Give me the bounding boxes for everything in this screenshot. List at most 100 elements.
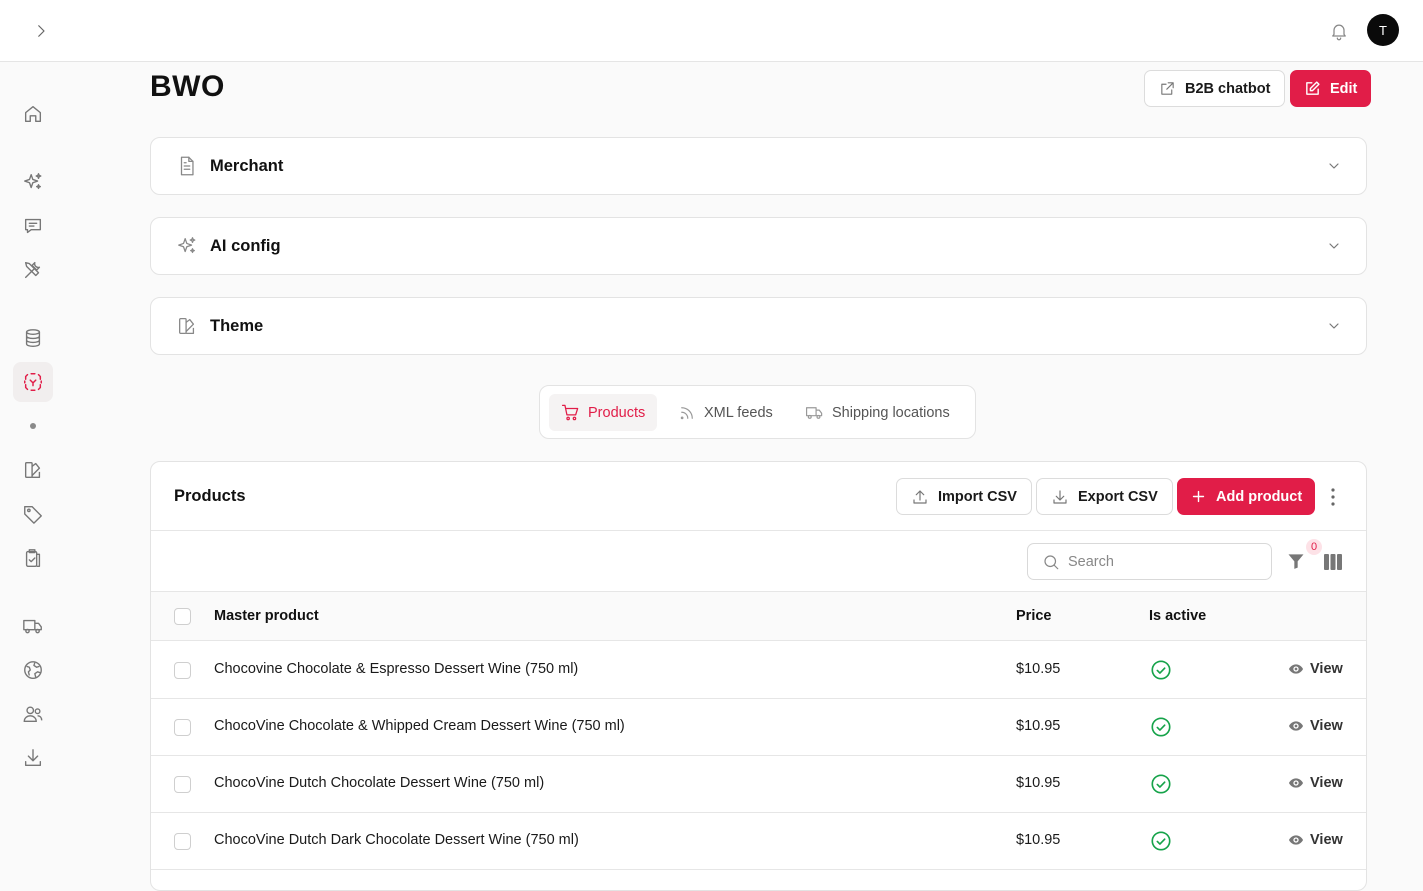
sidebar-item-orders[interactable] — [13, 538, 53, 578]
table-row[interactable]: ChocoVine Chocolate & Whipped Cream Dess… — [151, 699, 1366, 756]
chevron-right-icon — [38, 25, 45, 37]
filter-icon[interactable] — [1286, 551, 1306, 571]
export-csv-button[interactable]: Export CSV — [1036, 478, 1173, 515]
view-label: View — [1310, 661, 1343, 677]
sidebar-item-tools[interactable] — [13, 250, 53, 290]
more-options-icon[interactable] — [1321, 487, 1345, 507]
chevron-down-icon — [1329, 323, 1339, 329]
eye-icon — [1289, 721, 1303, 731]
sidebar-item-database[interactable] — [13, 318, 53, 358]
tab-label: Shipping locations — [832, 404, 950, 421]
active-check-icon — [1151, 660, 1171, 680]
sidebar-item-merchants[interactable] — [13, 362, 53, 402]
download-icon — [1053, 489, 1067, 504]
sidebar-item-themes[interactable] — [13, 450, 53, 490]
view-label: View — [1310, 775, 1343, 791]
table-row[interactable]: Chocovine Chocolate & Espresso Dessert W… — [151, 642, 1366, 699]
clipboard-check-icon — [25, 549, 41, 567]
import-csv-wrap: Import CSV — [896, 478, 1032, 515]
column-is-active[interactable]: Is active — [1149, 608, 1206, 624]
search-icon — [1044, 554, 1059, 569]
products-card-title: Products — [174, 487, 246, 505]
export-csv-label: Export CSV — [1078, 488, 1158, 505]
row-checkbox[interactable] — [174, 776, 191, 793]
filter-count-badge: 0 — [1306, 539, 1322, 555]
top-bar: T — [0, 0, 1423, 62]
truck-icon — [805, 407, 823, 419]
database-icon — [25, 329, 41, 347]
users-icon — [23, 706, 43, 723]
product-name: ChocoVine Chocolate & Whipped Cream Dess… — [214, 718, 625, 734]
columns-icon[interactable] — [1323, 553, 1343, 571]
products-card-header: Products Import CSV Export CSV Add produ… — [151, 462, 1366, 531]
document-icon — [180, 156, 194, 176]
view-button[interactable]: View — [1288, 718, 1343, 734]
tag-icon — [24, 505, 42, 524]
b2b-chatbot-label: B2B chatbot — [1185, 80, 1271, 97]
column-price[interactable]: Price — [1016, 608, 1051, 624]
chevron-down-icon — [1329, 163, 1339, 169]
column-master-product[interactable]: Master product — [214, 608, 319, 624]
sidebar-item-tags[interactable] — [13, 494, 53, 534]
product-price: $10.95 — [1016, 718, 1061, 734]
accordion-ai-config[interactable]: AI config — [150, 217, 1367, 275]
row-checkbox[interactable] — [174, 833, 191, 850]
sidebar-separator-dot — [30, 423, 36, 429]
tab-shipping-locations[interactable]: Shipping locations — [793, 394, 962, 431]
sidebar-item-shipping[interactable] — [13, 606, 53, 646]
b2b-chatbot-button[interactable]: B2B chatbot — [1144, 70, 1286, 107]
table-row[interactable]: ChocoVine Dutch Chocolate Dessert Wine (… — [151, 756, 1366, 813]
plus-icon — [1192, 490, 1205, 503]
sidebar — [0, 63, 66, 878]
select-all-checkbox[interactable] — [174, 608, 191, 625]
row-checkbox[interactable] — [174, 719, 191, 736]
accordion-label: Merchant — [210, 157, 284, 175]
notifications-button[interactable] — [1325, 17, 1353, 45]
upload-icon — [913, 489, 927, 504]
view-button[interactable]: View — [1288, 832, 1343, 848]
export-csv-wrap: Export CSV — [1036, 478, 1173, 515]
edit-button[interactable]: Edit — [1290, 70, 1372, 107]
sidebar-item-ai[interactable] — [13, 162, 53, 202]
truck-icon — [23, 619, 42, 634]
header-actions: B2B chatbot — [1144, 70, 1286, 107]
page-title: BWO — [150, 70, 225, 103]
product-name: ChocoVine Dutch Chocolate Dessert Wine (… — [214, 775, 545, 791]
sparkles-icon — [24, 173, 42, 190]
external-link-icon — [1161, 82, 1174, 95]
sidebar-item-chat[interactable] — [13, 206, 53, 246]
add-product-button[interactable]: Add product — [1177, 478, 1316, 515]
palette-icon — [24, 461, 41, 479]
eye-icon — [1289, 778, 1303, 788]
cart-icon — [561, 404, 579, 421]
product-price: $10.95 — [1016, 661, 1061, 677]
tab-label: XML feeds — [704, 404, 773, 421]
view-button[interactable]: View — [1288, 775, 1343, 791]
accordion-label: Theme — [210, 317, 264, 335]
import-csv-button[interactable]: Import CSV — [896, 478, 1032, 515]
table-toolbar: 0 — [151, 532, 1366, 592]
import-csv-label: Import CSV — [938, 488, 1017, 505]
sidebar-item-home[interactable] — [13, 94, 53, 134]
sidebar-item-downloads[interactable] — [13, 738, 53, 778]
tools-icon — [24, 261, 41, 279]
tab-products[interactable]: Products — [549, 394, 658, 431]
accordion-theme[interactable]: Theme — [150, 297, 1367, 355]
chat-icon — [24, 218, 42, 234]
expand-sidebar-button[interactable] — [26, 16, 56, 46]
tab-xml-feeds[interactable]: XML feeds — [666, 394, 785, 431]
active-check-icon — [1151, 774, 1171, 794]
row-checkbox[interactable] — [174, 662, 191, 679]
sidebar-item-globe[interactable] — [13, 650, 53, 690]
merchant-scan-icon — [24, 373, 42, 391]
view-label: View — [1310, 832, 1343, 848]
user-avatar[interactable]: T — [1367, 14, 1399, 46]
search-box[interactable] — [1027, 543, 1272, 580]
search-input[interactable] — [1068, 553, 1248, 570]
edit-icon — [1306, 81, 1320, 95]
sidebar-item-users[interactable] — [13, 694, 53, 734]
product-name: Chocovine Chocolate & Espresso Dessert W… — [214, 661, 579, 677]
accordion-merchant[interactable]: Merchant — [150, 137, 1367, 195]
view-button[interactable]: View — [1288, 661, 1343, 677]
table-row[interactable]: ChocoVine Dutch Dark Chocolate Dessert W… — [151, 813, 1366, 870]
